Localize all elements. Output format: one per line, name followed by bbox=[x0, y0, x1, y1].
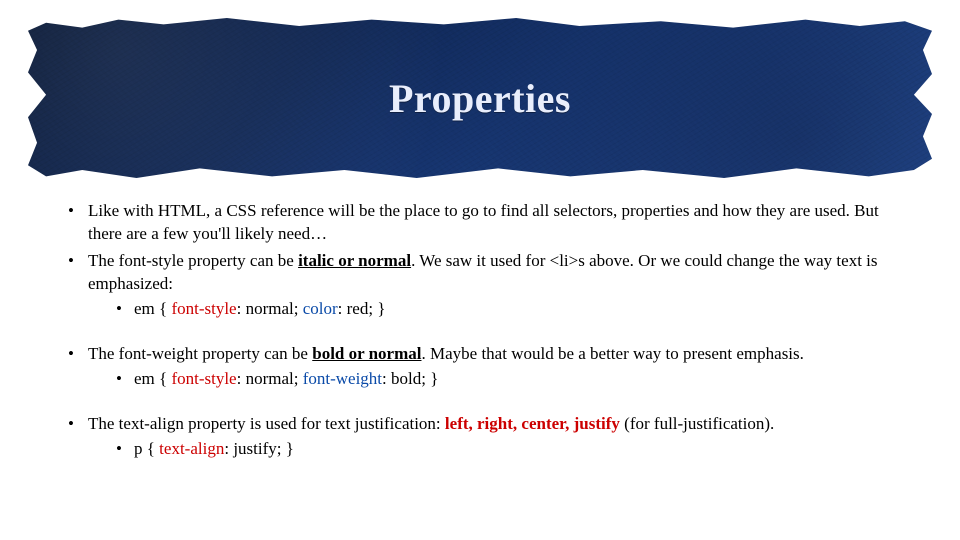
bullet-3: The font-weight property can be bold or … bbox=[62, 343, 898, 391]
code-2: em { font-style: normal; font-weight: bo… bbox=[134, 369, 438, 388]
bullet-2-emph: italic or normal bbox=[298, 251, 411, 270]
bullet-1-text: Like with HTML, a CSS reference will be … bbox=[88, 201, 879, 243]
bullet-3-code: em { font-style: normal; font-weight: bo… bbox=[88, 368, 898, 391]
slide-title: Properties bbox=[28, 18, 932, 178]
bullet-2-code: em { font-style: normal; color: red; } bbox=[88, 298, 898, 321]
bullet-3-prefix: The font-weight property can be bbox=[88, 344, 312, 363]
bullet-4-suffix: (for full-justification). bbox=[620, 414, 774, 433]
bullet-4-code: p { text-align: justify; } bbox=[88, 438, 898, 461]
bullet-3-suffix: . Maybe that would be a better way to pr… bbox=[422, 344, 804, 363]
bullet-2-prefix: The font-style property can be bbox=[88, 251, 298, 270]
bullet-4: The text-align property is used for text… bbox=[62, 413, 898, 461]
code-1: em { font-style: normal; color: red; } bbox=[134, 299, 386, 318]
code-3: p { text-align: justify; } bbox=[134, 439, 294, 458]
bullet-3-emph: bold or normal bbox=[312, 344, 421, 363]
bullet-4-prefix: The text-align property is used for text… bbox=[88, 414, 445, 433]
bullet-list: Like with HTML, a CSS reference will be … bbox=[62, 200, 898, 460]
bullet-1: Like with HTML, a CSS reference will be … bbox=[62, 200, 898, 246]
bullet-4-emph: left, right, center, justify bbox=[445, 414, 620, 433]
title-banner: Properties bbox=[28, 18, 932, 178]
bullet-2: The font-style property can be italic or… bbox=[62, 250, 898, 321]
slide-body: Like with HTML, a CSS reference will be … bbox=[0, 178, 960, 482]
